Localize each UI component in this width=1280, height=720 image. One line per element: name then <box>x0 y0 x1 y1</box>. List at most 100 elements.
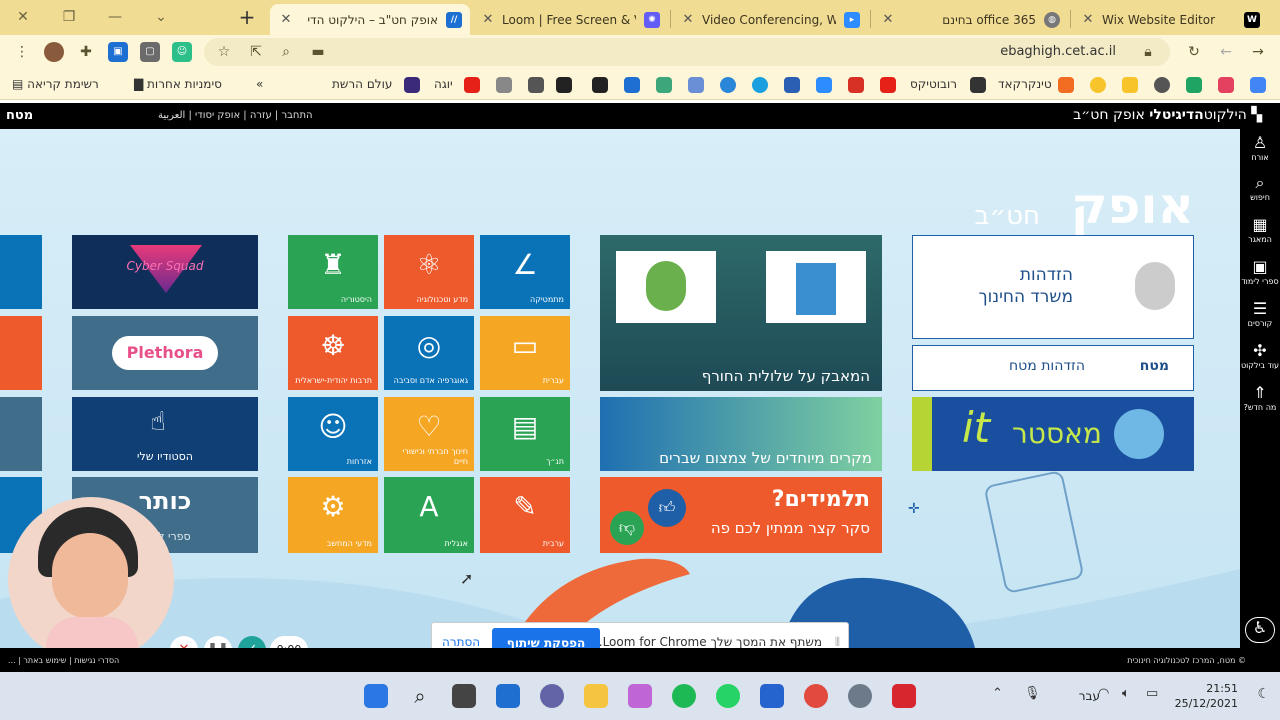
wifi-icon[interactable]: ◠ <box>1098 686 1109 701</box>
window-restore-icon[interactable]: ❐ <box>46 4 92 30</box>
tab-loom[interactable]: ✺ Loom | Free Screen & Vid ✕ <box>472 4 668 35</box>
start-icon[interactable] <box>364 684 388 708</box>
promo-tile-partial[interactable] <box>0 316 42 390</box>
subject-tile[interactable]: ♜ היסטוריה <box>288 235 378 309</box>
blogger-icon[interactable] <box>1058 77 1074 93</box>
bookmark-icon[interactable] <box>404 77 420 93</box>
card-students-survey[interactable]: 👍︎ 👎︎ תלמידים? סקר קצר ממתין לכם פה <box>600 477 882 553</box>
it-master-card[interactable]: it מאסטר <box>912 397 1194 471</box>
bookmark-star-icon[interactable]: ☆ <box>214 42 234 62</box>
subject-tile[interactable]: ◎ גאוגרפיה אדם וסביבה <box>384 316 474 390</box>
window-minimize-icon[interactable]: — <box>92 4 138 30</box>
forward-arrow-icon[interactable]: ← <box>1216 42 1236 62</box>
side-menu-search[interactable]: ⌕ חיפוש <box>1240 173 1280 203</box>
widgets-icon[interactable] <box>496 684 520 708</box>
side-menu-whats-new[interactable]: ⇑ מה חדש? <box>1240 383 1280 413</box>
login-edu-card[interactable]: הזדהות משרד החינוך <box>912 235 1194 339</box>
bookmark-icon[interactable] <box>656 77 672 93</box>
acrobat-icon[interactable] <box>892 684 916 708</box>
promo-cyber-squad[interactable]: Cyber Squad <box>72 235 258 309</box>
chrome-icon[interactable] <box>804 684 828 708</box>
input-language[interactable]: עבר <box>1079 689 1100 703</box>
tab-office[interactable]: ◍ office 365 בחינם ✕ <box>872 4 1068 35</box>
bookmark-robotics[interactable]: רובוטיקס <box>910 77 957 91</box>
lock-icon[interactable]: 🔒︎ <box>1138 42 1158 62</box>
close-icon[interactable]: ✕ <box>880 12 896 27</box>
file-explorer-icon[interactable] <box>584 684 608 708</box>
close-icon[interactable]: ✕ <box>278 12 294 27</box>
bookmark-icon[interactable] <box>784 77 800 93</box>
reading-list-link[interactable]: רשימת קריאה ▤ <box>12 77 99 91</box>
apple-icon[interactable] <box>528 77 544 93</box>
bookmark-icon[interactable] <box>496 77 512 93</box>
battery-icon[interactable]: ▭ <box>1146 686 1158 701</box>
matach-logo[interactable]: מטח <box>6 108 33 123</box>
window-close-icon[interactable]: ✕ <box>0 4 46 30</box>
close-icon[interactable]: ✕ <box>480 12 496 27</box>
tray-chevron-icon[interactable]: ⌃ <box>992 686 1003 701</box>
accessibility-button[interactable]: ♿︎ <box>1245 617 1275 643</box>
side-menu-textbooks[interactable]: ▣ ספרי לימוד <box>1240 257 1280 287</box>
spotify-icon[interactable] <box>672 684 696 708</box>
close-icon[interactable]: ✕ <box>1080 12 1096 27</box>
subject-tile[interactable]: ▭ עברית <box>480 316 570 390</box>
extension-icon[interactable]: ▢ <box>140 42 160 62</box>
wix-icon[interactable] <box>556 77 572 93</box>
url-text[interactable]: ebaghigh.cet.ac.il <box>1000 44 1116 59</box>
bookmark-icon[interactable] <box>720 77 736 93</box>
site-links[interactable]: התחבר | עזרה | אופק יסודי | العربية <box>158 110 313 121</box>
close-icon[interactable]: ✕ <box>680 12 696 27</box>
promo-tile-partial[interactable] <box>0 235 42 309</box>
subject-tile[interactable]: ∠ מתמטיקה <box>480 235 570 309</box>
bookmark-icon[interactable] <box>688 77 704 93</box>
gmail-icon[interactable] <box>848 77 864 93</box>
subject-tile[interactable]: ✎ ערבית <box>480 477 570 553</box>
login-matach-card[interactable]: מטח הזדהות מטח <box>912 345 1194 391</box>
bookmark-tinkercad[interactable]: טינקרקאד <box>998 77 1052 91</box>
profile-avatar[interactable] <box>44 42 64 62</box>
new-tab-button[interactable]: + <box>224 4 270 30</box>
side-menu-repository[interactable]: ▦ המאגר <box>1240 215 1280 245</box>
subject-tile[interactable]: ☺ אזרחות <box>288 397 378 471</box>
promo-my-studio[interactable]: ☝ הסטודיו שלי <box>72 397 258 471</box>
bookmark-icon[interactable] <box>1090 77 1106 93</box>
volume-icon[interactable]: 🔈︎ <box>1122 686 1130 701</box>
promo-tile-partial[interactable] <box>0 397 42 471</box>
bookmark-icon[interactable] <box>752 77 768 93</box>
bookmark-icon[interactable] <box>970 77 986 93</box>
tab-wix[interactable]: W Wix Website Editor ✕ <box>1072 4 1268 35</box>
teams-chat-icon[interactable] <box>540 684 564 708</box>
youtube-icon[interactable] <box>880 77 896 93</box>
install-icon[interactable]: ▬ <box>308 42 328 62</box>
back-arrow-icon[interactable]: → <box>1248 42 1268 62</box>
zoom-icon[interactable] <box>816 77 832 93</box>
apps-grid-icon[interactable] <box>1250 77 1266 93</box>
subject-tile[interactable]: A אנגלית <box>384 477 474 553</box>
drive-icon[interactable] <box>1186 77 1202 93</box>
hide-button[interactable]: הסתרה <box>442 635 480 649</box>
side-menu-guest[interactable]: ♙ אורח <box>1240 133 1280 163</box>
card-sustainability[interactable]: המאבק על שלולית החורף <box>600 235 882 391</box>
subject-tile[interactable]: ⚙ מדעי המחשב <box>288 477 378 553</box>
side-menu-more[interactable]: ✣ עוד בילקוט <box>1240 341 1280 371</box>
youtube-icon[interactable] <box>464 77 480 93</box>
footer-links[interactable]: הסדרי נגישות | שימוש באתר | ... <box>8 656 119 665</box>
photos-icon[interactable] <box>1218 77 1234 93</box>
settings-icon[interactable] <box>848 684 872 708</box>
tab-zoom[interactable]: ▸ Video Conferencing, Web ✕ <box>672 4 868 35</box>
subject-tile[interactable]: ♡ חינוך חברתי וכישורי חיים <box>384 397 474 471</box>
other-bookmarks-link[interactable]: סימניות אחרות ▇ <box>134 77 222 91</box>
bookmark-icon[interactable] <box>624 77 640 93</box>
zoom-lens-icon[interactable]: ⌕ <box>276 42 296 62</box>
todo-icon[interactable] <box>760 684 784 708</box>
card-fractions[interactable]: מקרים מיוחדים של צמצום שברים <box>600 397 882 471</box>
search-icon[interactable]: ⌕ <box>408 684 432 708</box>
snipping-tool-icon[interactable] <box>628 684 652 708</box>
side-menu-courses[interactable]: ☰ קורסים <box>1240 299 1280 329</box>
tab-ofek[interactable]: // אופק חט"ב – הילקוט הדי ✕ <box>270 4 470 35</box>
site-brand[interactable]: ▚ הילקוטהדיגיטלי אופק חט״ב <box>1073 107 1262 123</box>
address-bar[interactable]: ☆ ⇱ ⌕ ▬ ebaghigh.cet.ac.il 🔒︎ <box>204 38 1170 66</box>
task-view-icon[interactable] <box>452 684 476 708</box>
bookmarks-overflow[interactable]: » <box>256 77 263 91</box>
menu-dots-icon[interactable]: ⋮ <box>12 42 32 62</box>
